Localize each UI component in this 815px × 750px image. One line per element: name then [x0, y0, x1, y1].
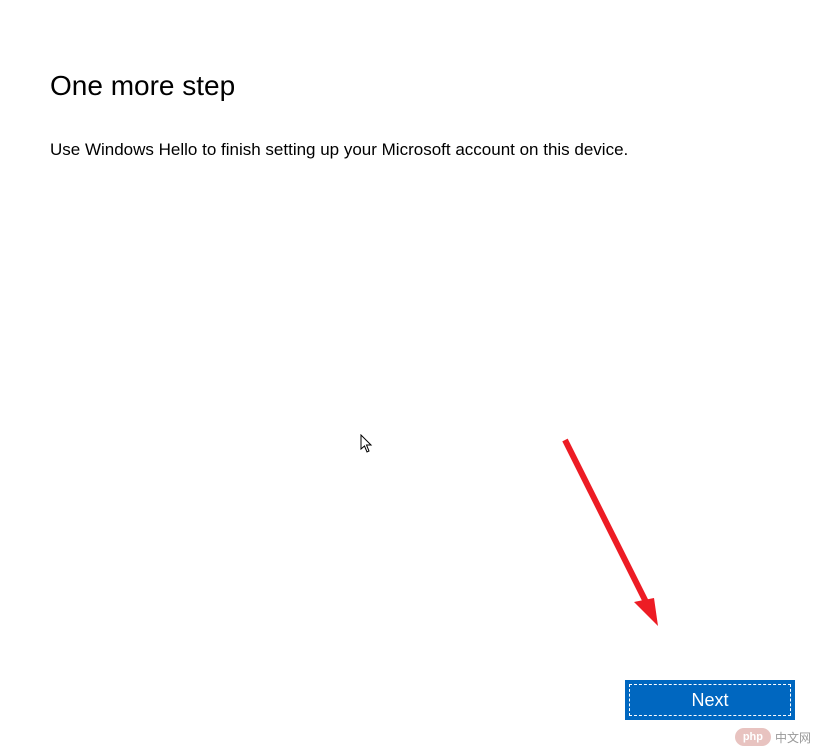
- watermark: php 中文网: [735, 728, 811, 746]
- dialog-title: One more step: [50, 70, 765, 102]
- next-button[interactable]: Next: [625, 680, 795, 720]
- watermark-label: 中文网: [775, 729, 811, 746]
- watermark-badge: php: [735, 728, 771, 746]
- setup-dialog: One more step Use Windows Hello to finis…: [0, 0, 815, 750]
- dialog-description: Use Windows Hello to finish setting up y…: [50, 138, 765, 162]
